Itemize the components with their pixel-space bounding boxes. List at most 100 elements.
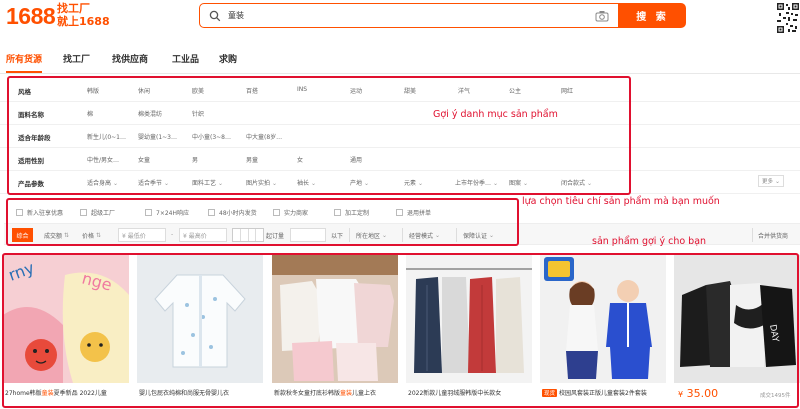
checkbox-option[interactable]: 退用拼单	[396, 208, 431, 217]
filter-dropdown[interactable]: 元素 ⌄	[404, 178, 423, 187]
tab-industrial[interactable]: 工业品	[172, 52, 199, 65]
certification-dropdown[interactable]: 保障认证 ⌄	[463, 228, 494, 242]
product-image[interactable]	[272, 255, 398, 383]
search-button[interactable]: 搜 索	[619, 3, 686, 28]
filter-dropdown[interactable]: 适合身高 ⌄	[87, 178, 118, 187]
price-value: 35.00	[686, 387, 719, 400]
product-card[interactable]: rny nge 27home韩版童装夏季新品 2022儿童	[3, 255, 129, 409]
merge-suppliers-button[interactable]: 合并供货商	[758, 228, 788, 242]
camera-icon[interactable]	[592, 6, 612, 26]
product-image[interactable]: rny nge	[3, 255, 129, 383]
product-card[interactable]: 现货 校园风套装正版儿童套装2件套装	[540, 255, 666, 409]
filter-option[interactable]: 针织	[192, 109, 204, 118]
filter-option[interactable]: 女童	[138, 155, 150, 164]
checkbox-option[interactable]: 实力商家	[273, 208, 308, 217]
filter-option[interactable]: 棉类混纺	[138, 109, 162, 118]
filter-dropdown-label: 图片实拍	[246, 180, 271, 187]
product-title[interactable]: 新款秋冬女童打底衫韩版童装儿童上衣	[274, 388, 398, 397]
filter-option[interactable]: 婴幼童(1~3…	[138, 132, 177, 141]
filter-option[interactable]: 女	[297, 155, 303, 164]
filter-dropdown[interactable]: 适合季节 ⌄	[138, 178, 169, 187]
filter-option[interactable]: 休闲	[138, 86, 150, 95]
tab-all-sources[interactable]: 所有货源	[6, 52, 42, 65]
filter-option[interactable]: 中小童(3~8…	[192, 132, 231, 141]
page: 1688 找工厂 就上1688 搜 索 所有货源	[0, 0, 800, 409]
max-price-input[interactable]: ¥ 最高价	[179, 228, 227, 242]
checkbox[interactable]	[145, 209, 152, 216]
tab-factory[interactable]: 找工厂	[63, 52, 90, 65]
filter-dropdown[interactable]: 产地 ⌄	[350, 178, 369, 187]
product-title[interactable]: 27home韩版童装夏季新品 2022儿童	[5, 388, 129, 397]
checkbox[interactable]	[208, 209, 215, 216]
filter-row-params: 产品参数 适合身高 ⌄ 适合季节 ⌄ 面料工艺 ⌄ 图片实拍 ⌄ 袖长 ⌄ 产地 ⌄ 元素 ⌄…	[0, 170, 800, 194]
checkbox-option[interactable]: 加工定制	[334, 208, 369, 217]
filter-dropdown[interactable]: 图案 ⌄	[509, 178, 528, 187]
product-card[interactable]: DAY	[674, 255, 800, 409]
checkbox[interactable]	[396, 209, 403, 216]
search-icon	[204, 5, 226, 27]
view-toggle-segment[interactable]	[233, 229, 241, 241]
checkbox[interactable]	[334, 209, 341, 216]
tab-supplier[interactable]: 找供应商	[112, 52, 148, 65]
filter-dropdown[interactable]: 袖长 ⌄	[297, 178, 316, 187]
sort-sales-label: 成交额	[44, 232, 63, 240]
moq-input[interactable]	[290, 228, 326, 242]
location-dropdown[interactable]: 所在地区 ⌄	[356, 228, 387, 242]
min-price-input[interactable]: ¥ 最低价	[118, 228, 166, 242]
view-toggle-segment[interactable]	[241, 229, 249, 241]
product-card[interactable]: 新款秋冬女童打底衫韩版童装儿童上衣	[272, 255, 398, 409]
checkbox-label: 7×24H响应	[156, 210, 189, 217]
filter-option[interactable]: 中性/男女…	[87, 155, 119, 164]
filter-option[interactable]: 百搭	[246, 86, 258, 95]
product-card[interactable]: 婴儿包屁衣纯棉和尚服无骨婴儿衣	[137, 255, 263, 409]
filter-option[interactable]: 欧美	[192, 86, 204, 95]
product-image[interactable]	[540, 255, 666, 383]
filter-dropdown[interactable]: 闭合款式 ⌄	[561, 178, 592, 187]
more-button[interactable]: 更多 ⌄	[758, 175, 784, 187]
product-title[interactable]: 现货 校园风套装正版儿童套装2件套装	[542, 388, 666, 397]
product-card[interactable]: 2022新款儿童羽绒服韩版中长款女	[406, 255, 532, 409]
product-image[interactable]: DAY	[674, 255, 800, 383]
sort-default-button[interactable]: 综合	[12, 228, 33, 242]
filter-option[interactable]: 洋气	[458, 86, 470, 95]
filter-option[interactable]: 韩版	[87, 86, 99, 95]
checkbox-option[interactable]: 7×24H响应	[145, 208, 189, 217]
filter-option[interactable]: 公主	[509, 86, 521, 95]
product-image[interactable]	[137, 255, 263, 383]
product-image[interactable]	[406, 255, 532, 383]
filter-option[interactable]: 中大童(8岁…	[246, 132, 282, 141]
filter-option[interactable]: 甜美	[404, 86, 416, 95]
filter-option[interactable]: 网红	[561, 86, 573, 95]
view-toggle-segment[interactable]	[256, 229, 263, 241]
filter-dropdown[interactable]: 图片实拍 ⌄	[246, 178, 277, 187]
filter-option[interactable]: 通用	[350, 155, 362, 164]
filter-option[interactable]: 新生儿(0~1…	[87, 132, 126, 141]
chevron-down-icon: ⌄	[218, 180, 224, 187]
sort-sales-button[interactable]: 成交额 ⇅	[44, 228, 69, 242]
filter-option[interactable]: 运动	[350, 86, 362, 95]
checkbox-option[interactable]: 新入驻享优惠	[16, 208, 63, 217]
logo[interactable]: 1688	[6, 3, 56, 30]
search-input[interactable]	[226, 5, 592, 26]
filter-dropdown[interactable]: 上市年份季… ⌄	[455, 178, 498, 187]
business-model-dropdown[interactable]: 经营模式 ⌄	[409, 228, 440, 242]
product-title[interactable]: 2022新款儿童羽绒服韩版中长款女	[408, 388, 532, 397]
sort-price-button[interactable]: 价格 ⇅	[82, 228, 101, 242]
tab-purchase[interactable]: 求购	[219, 52, 237, 65]
checkbox[interactable]	[273, 209, 280, 216]
chevron-down-icon: ⌄	[493, 180, 499, 187]
filter-option[interactable]: INS	[297, 86, 307, 93]
filter-option[interactable]: 男	[192, 155, 198, 164]
checkbox-option[interactable]: 48小时内发货	[208, 208, 257, 217]
checkbox-option[interactable]: 超级工厂	[80, 208, 115, 217]
filter-option[interactable]: 棉	[87, 109, 93, 118]
checkbox[interactable]	[80, 209, 87, 216]
filter-option[interactable]: 男童	[246, 155, 258, 164]
view-toggle-segment[interactable]	[249, 229, 257, 241]
divider	[349, 228, 350, 242]
filter-dropdown[interactable]: 面料工艺 ⌄	[192, 178, 223, 187]
view-toggle[interactable]	[232, 228, 264, 242]
filter-dropdown-label: 元素	[404, 180, 417, 187]
checkbox[interactable]	[16, 209, 23, 216]
product-title[interactable]: 婴儿包屁衣纯棉和尚服无骨婴儿衣	[139, 388, 263, 397]
